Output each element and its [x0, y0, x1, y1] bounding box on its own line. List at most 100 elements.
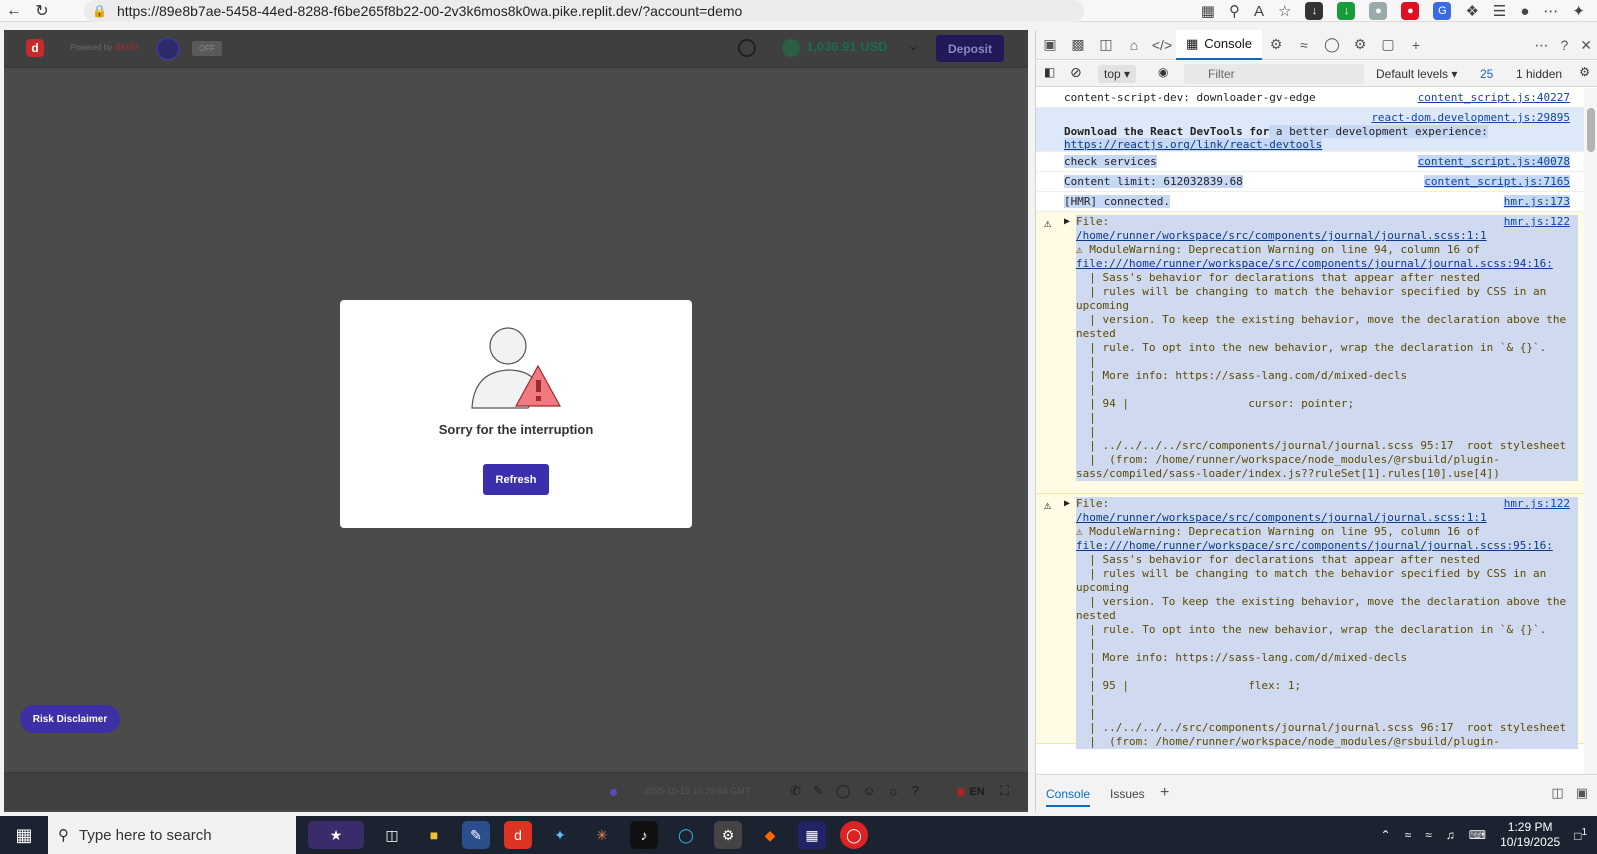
- extensions-icon[interactable]: ❖: [1465, 2, 1478, 20]
- eye-icon[interactable]: ◉: [1158, 65, 1168, 79]
- copilot-app-icon[interactable]: ✦: [546, 821, 574, 849]
- performance-icon[interactable]: ◯: [1318, 30, 1346, 60]
- console-source-link[interactable]: react-dom.development.js:29895: [1371, 111, 1570, 124]
- warning-path-link[interactable]: /home/runner/workspace/src/components/jo…: [1076, 511, 1487, 524]
- warning-path-link[interactable]: /home/runner/workspace/src/components/jo…: [1076, 229, 1487, 242]
- address-bar[interactable]: 🔒 https://89e8b7ae-5458-44ed-8288-f6be26…: [84, 0, 1084, 22]
- chevron-down-icon[interactable]: ⌄: [908, 38, 919, 54]
- warning-source-link[interactable]: hmr.js:122: [1503, 497, 1570, 510]
- deposit-button[interactable]: Deposit: [936, 35, 1004, 62]
- keyboard-icon[interactable]: ⌨: [1469, 828, 1486, 842]
- network-icon[interactable]: ≈: [1405, 828, 1412, 842]
- welcome-icon[interactable]: ⌂: [1120, 30, 1148, 60]
- network-icon[interactable]: ≈: [1290, 30, 1318, 60]
- message-count[interactable]: 25: [1480, 67, 1493, 81]
- more-icon[interactable]: ⋯: [1534, 37, 1548, 54]
- extension-circle-icon[interactable]: ●: [1369, 2, 1388, 20]
- user-icon[interactable]: [738, 39, 756, 57]
- extension-red-icon[interactable]: ●: [1401, 2, 1420, 20]
- application-icon[interactable]: ▢: [1374, 30, 1402, 60]
- halloween-widget-icon[interactable]: ★: [308, 821, 364, 849]
- help-icon[interactable]: ?: [1560, 37, 1568, 53]
- store-icon[interactable]: ▦: [798, 821, 826, 849]
- file-explorer-icon[interactable]: ■: [420, 821, 448, 849]
- claude-icon[interactable]: ✳: [588, 821, 616, 849]
- warning-file-link[interactable]: file:///home/runner/workspace/src/compon…: [1076, 257, 1553, 270]
- device-icon[interactable]: ▩: [1064, 30, 1092, 60]
- more-icon[interactable]: ⋯: [1543, 2, 1558, 20]
- console-source-link[interactable]: content_script.js:7165: [1424, 175, 1570, 188]
- edge-icon[interactable]: ◯: [672, 821, 700, 849]
- deriv-app-icon[interactable]: d: [504, 821, 532, 849]
- zoom-icon[interactable]: ⚲: [1229, 2, 1240, 20]
- responsible-icon[interactable]: ☺: [862, 783, 875, 799]
- language-selector[interactable]: ▣ EN: [956, 785, 985, 798]
- app-icon[interactable]: ◆: [756, 821, 784, 849]
- shield-icon[interactable]: ◯: [836, 783, 851, 799]
- sidebar-icon[interactable]: ◧: [1044, 65, 1055, 79]
- volume-icon[interactable]: ♫: [1446, 828, 1455, 842]
- extension-translate-icon[interactable]: G: [1433, 2, 1452, 20]
- levels-select[interactable]: Default levels ▾: [1376, 67, 1457, 81]
- theme-icon[interactable]: ☼: [888, 783, 900, 799]
- bug-icon[interactable]: ⚙: [1262, 30, 1290, 60]
- risk-disclaimer-button[interactable]: Risk Disclaimer: [20, 705, 120, 733]
- console-source-link[interactable]: content_script.js:40227: [1418, 91, 1570, 104]
- deriv-logo[interactable]: d: [26, 39, 44, 57]
- fullscreen-icon[interactable]: ⛶: [1000, 783, 1009, 799]
- app-icon[interactable]: ✎: [462, 821, 490, 849]
- read-aloud-icon[interactable]: A: [1254, 3, 1264, 20]
- add-tab-icon[interactable]: +: [1402, 30, 1430, 60]
- copilot-icon[interactable]: ✦: [1572, 2, 1585, 20]
- context-select[interactable]: top ▾: [1098, 65, 1137, 83]
- extension-arrow-icon[interactable]: ↓: [1337, 2, 1356, 20]
- profile-icon[interactable]: ●: [1520, 3, 1529, 20]
- account-icon[interactable]: [156, 37, 180, 61]
- console-settings-icon[interactable]: ⚙: [1579, 65, 1590, 79]
- warning-file-link[interactable]: file:///home/runner/workspace/src/compon…: [1076, 539, 1553, 552]
- console-source-link[interactable]: content_script.js:40078: [1417, 155, 1570, 168]
- dock-icon[interactable]: ◫: [1551, 785, 1563, 801]
- minimize-icon[interactable]: ▣: [1576, 785, 1588, 801]
- reload-icon[interactable]: ↻: [28, 0, 56, 22]
- drawer-tab-issues[interactable]: Issues: [1110, 787, 1145, 801]
- taskbar-search[interactable]: ⚲ Type here to search: [48, 816, 296, 854]
- filter-input[interactable]: Filter: [1184, 64, 1364, 84]
- tiktok-icon[interactable]: ♪: [630, 821, 658, 849]
- chevron-up-icon[interactable]: ⌃: [1381, 828, 1391, 842]
- back-icon[interactable]: ←: [0, 0, 28, 22]
- tab-console[interactable]: ▦ Console: [1176, 29, 1262, 60]
- elements-icon[interactable]: </>: [1148, 30, 1176, 60]
- add-tab-icon[interactable]: +: [1160, 784, 1169, 802]
- react-devtools-link[interactable]: https://reactjs.org/link/react-devtools: [1064, 138, 1323, 151]
- toggle-off[interactable]: OFF: [192, 41, 222, 56]
- app-icon[interactable]: ◯: [840, 821, 868, 849]
- help-icon[interactable]: ?: [912, 783, 919, 799]
- settings-app-icon[interactable]: ⚙: [714, 821, 742, 849]
- close-icon[interactable]: ✕: [1580, 37, 1592, 54]
- warning-source-link[interactable]: hmr.js:122: [1503, 215, 1570, 228]
- expand-triangle-icon[interactable]: ▶: [1064, 498, 1070, 509]
- task-view-icon[interactable]: ◫: [378, 821, 406, 849]
- whatsapp-icon[interactable]: ✆: [790, 783, 801, 799]
- chat-icon[interactable]: ✎: [813, 783, 824, 799]
- clock[interactable]: 1:29 PM 10/19/2025: [1500, 820, 1560, 850]
- refresh-button[interactable]: Refresh: [483, 464, 549, 495]
- extension-download-icon[interactable]: ↓: [1305, 2, 1324, 20]
- inspect-icon[interactable]: ▣: [1036, 30, 1064, 60]
- wifi-icon[interactable]: ≈: [1425, 828, 1432, 842]
- apps-icon[interactable]: ▦: [1201, 2, 1215, 20]
- settings-gear-icon[interactable]: ⚙: [1346, 30, 1374, 60]
- expand-triangle-icon[interactable]: ▶: [1064, 216, 1070, 227]
- scrollbar-thumb[interactable]: [1587, 108, 1595, 152]
- console-scrollbar[interactable]: [1584, 88, 1597, 774]
- favorite-icon[interactable]: ☆: [1278, 2, 1291, 20]
- console-source-link[interactable]: hmr.js:173: [1503, 195, 1570, 208]
- collections-icon[interactable]: ☰: [1493, 2, 1506, 20]
- windows-start-icon[interactable]: ▦: [0, 816, 48, 854]
- dock-icon[interactable]: ◫: [1092, 30, 1120, 60]
- account-balance[interactable]: 1,036.91 USD: [806, 39, 888, 54]
- clear-icon[interactable]: ⊘: [1070, 64, 1082, 81]
- drawer-tab-console[interactable]: Console: [1046, 787, 1091, 807]
- notification-icon[interactable]: □1: [1574, 827, 1587, 843]
